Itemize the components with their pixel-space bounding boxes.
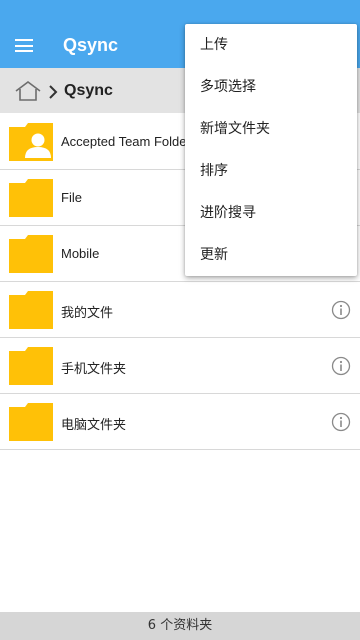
folder-icon — [9, 235, 53, 273]
menu-item-upload[interactable]: 上传 — [185, 24, 357, 66]
menu-item-multi-select[interactable]: 多项选择 — [185, 66, 357, 108]
info-icon[interactable] — [331, 300, 351, 320]
chevron-right-icon — [49, 85, 58, 99]
info-icon[interactable] — [331, 412, 351, 432]
menu-item-advanced-search[interactable]: 进阶搜寻 — [185, 192, 357, 234]
folder-icon — [9, 403, 53, 441]
overflow-menu: 上传 多项选择 新增文件夹 排序 进阶搜寻 更新 — [185, 24, 357, 276]
home-icon[interactable] — [14, 80, 42, 102]
folder-name: Accepted Team Folder — [61, 134, 191, 149]
folder-icon — [9, 179, 53, 217]
menu-item-sort[interactable]: 排序 — [185, 150, 357, 192]
hamburger-menu-icon[interactable] — [15, 39, 33, 52]
breadcrumb-current[interactable]: Qsync — [64, 82, 113, 100]
folder-name: Mobile — [61, 246, 100, 261]
folder-name: 电脑文件夹 — [61, 417, 127, 432]
folder-name: File — [61, 190, 82, 205]
list-item[interactable]: 我的文件 — [0, 282, 360, 338]
info-icon[interactable] — [331, 356, 351, 376]
app-title: Qsync — [63, 35, 119, 55]
folder-name: 我的文件 — [61, 305, 114, 320]
folder-icon — [9, 291, 53, 329]
folder-icon — [9, 347, 53, 385]
folder-count-footer: 6 个资料夹 — [0, 612, 360, 640]
list-item[interactable]: 电脑文件夹 — [0, 394, 360, 450]
shared-folder-icon — [9, 123, 53, 161]
list-item[interactable]: 手机文件夹 — [0, 338, 360, 394]
menu-item-refresh[interactable]: 更新 — [185, 234, 357, 276]
folder-name: 手机文件夹 — [61, 361, 127, 376]
menu-item-new-folder[interactable]: 新增文件夹 — [185, 108, 357, 150]
